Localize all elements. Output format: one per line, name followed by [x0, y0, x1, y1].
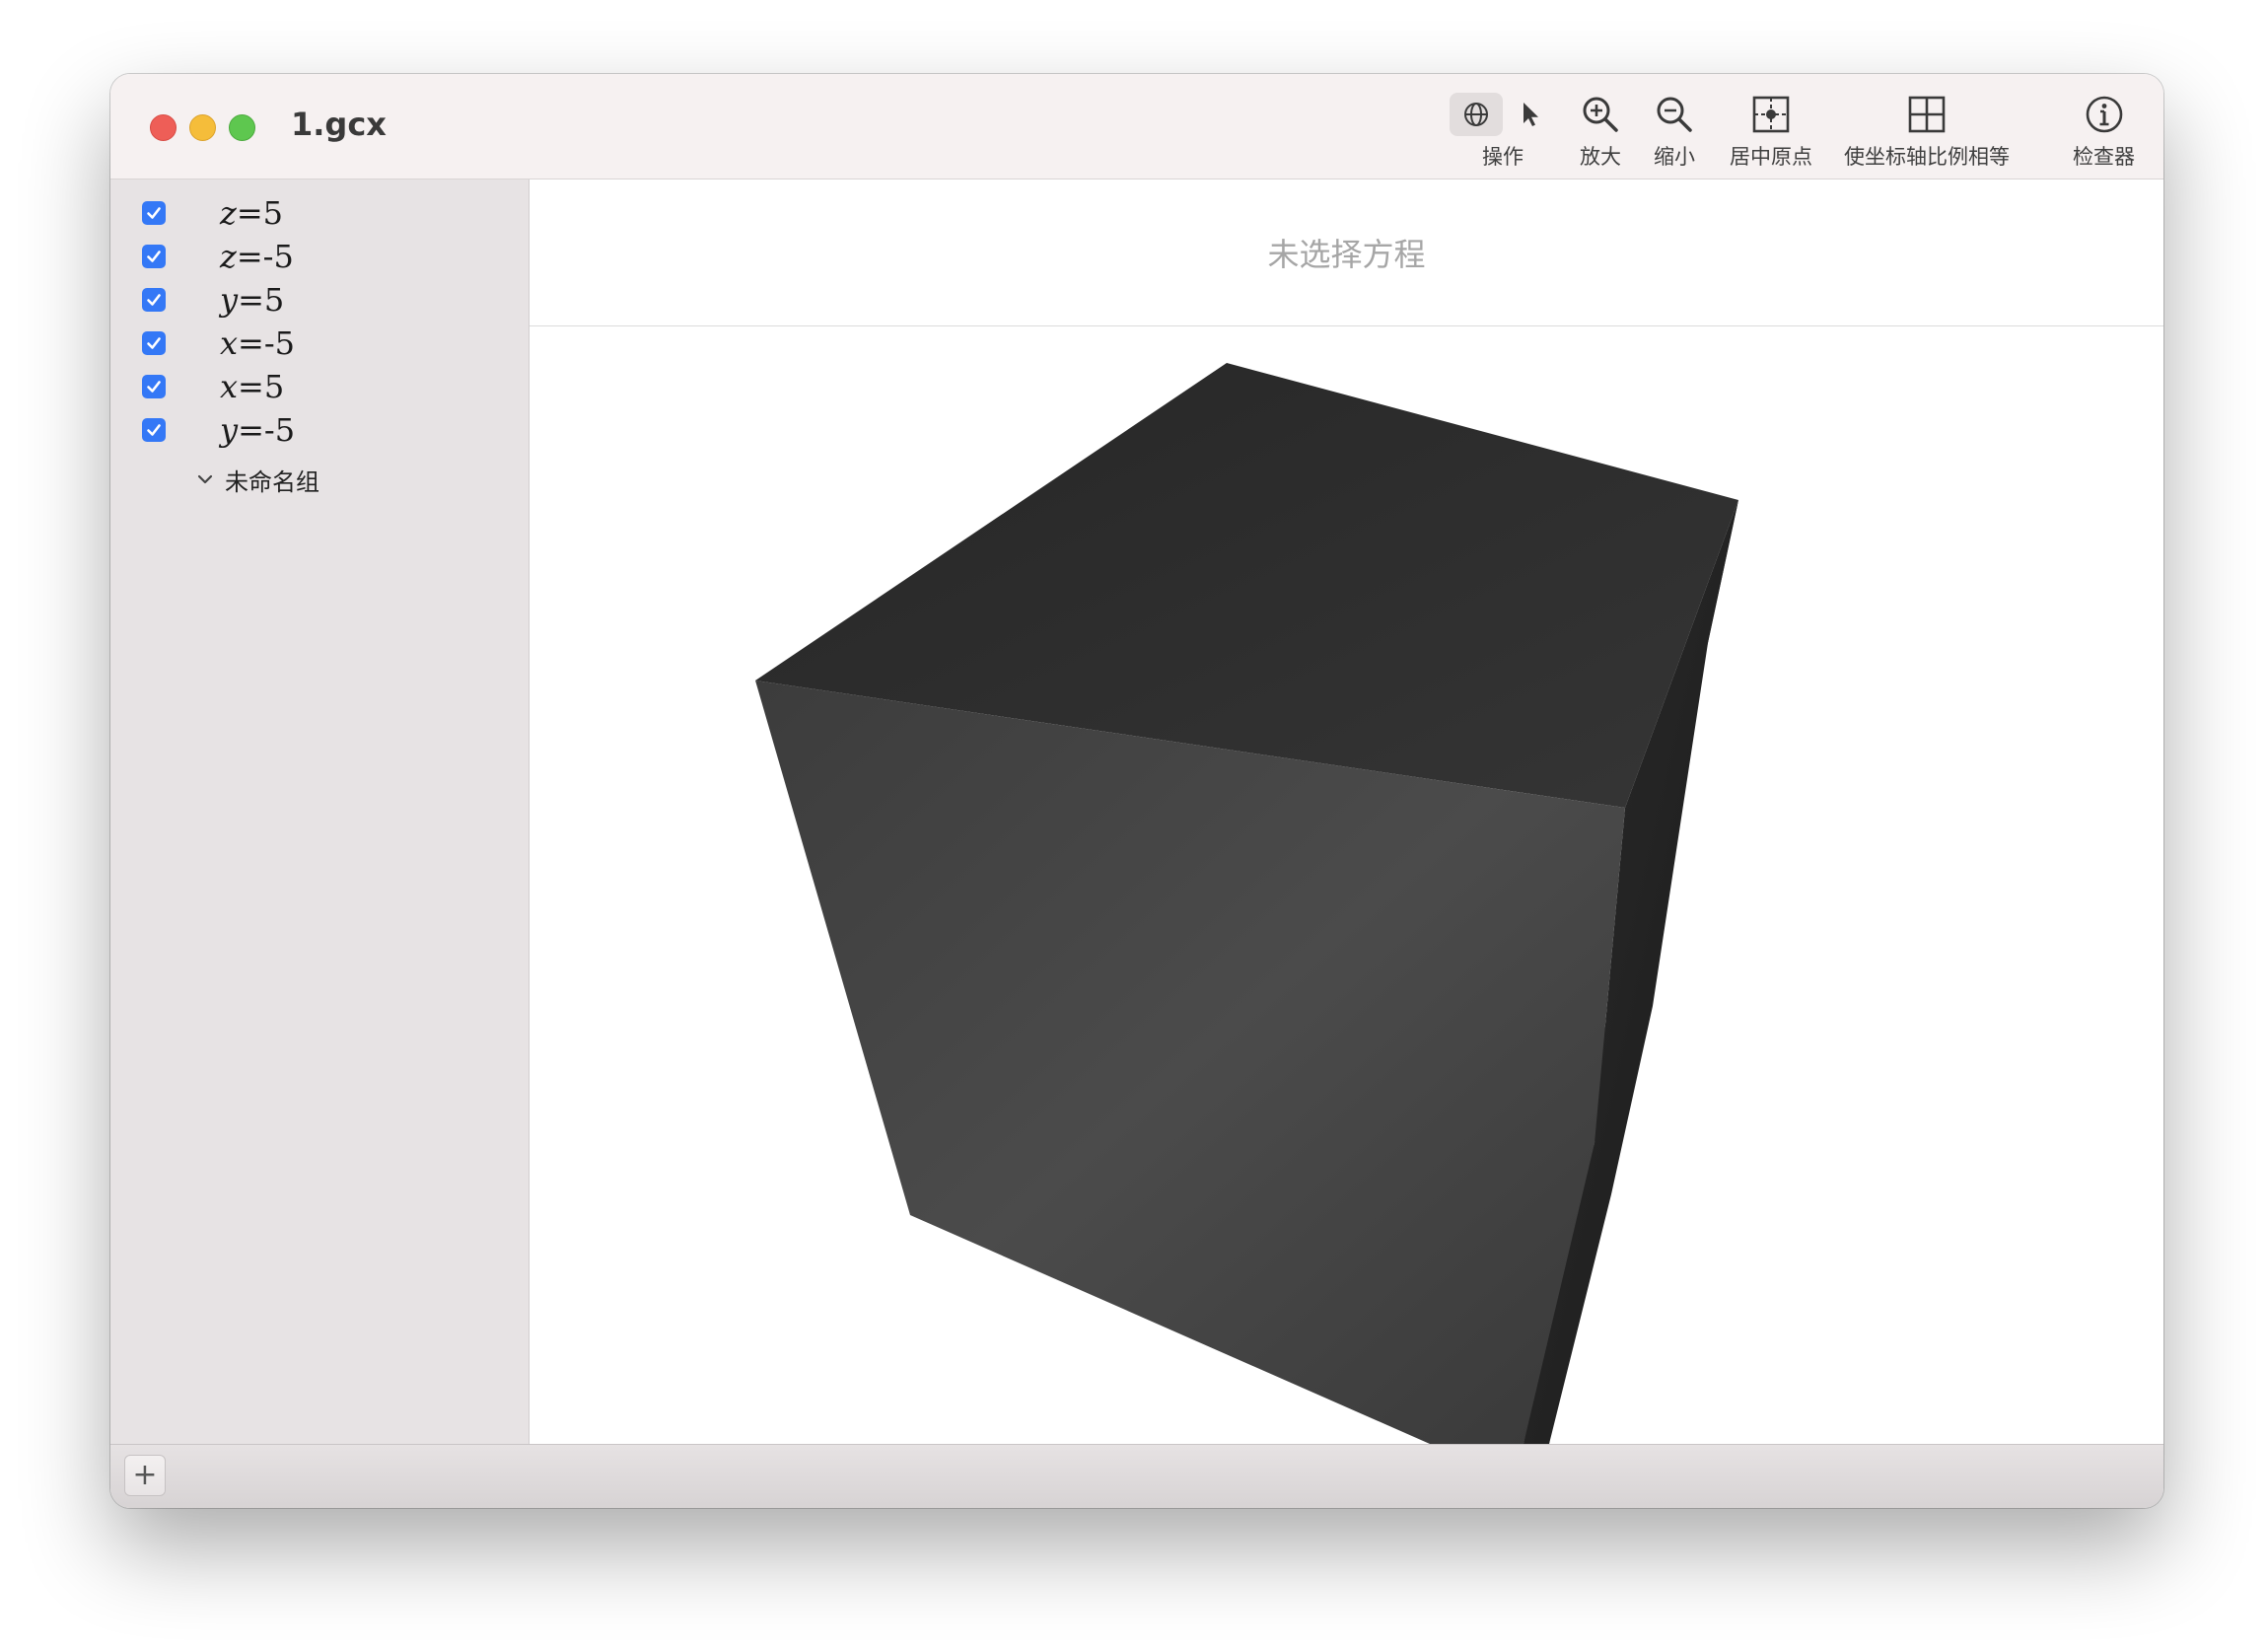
document-title: 1.gcx [291, 106, 387, 143]
equation-row[interactable]: y=5 [142, 280, 284, 320]
bottom-bar: + [110, 1444, 2163, 1508]
checkmark-icon [147, 337, 161, 349]
equation-row[interactable]: x=-5 [142, 323, 295, 363]
equation-label: z=5 [220, 194, 284, 232]
title-bar: 1.gcx 操作 放大 缩小 居中原点 使坐标轴比例相等 检查器 [110, 74, 2163, 179]
checkmark-icon [147, 207, 161, 219]
group-row[interactable]: 未命名组 [195, 463, 319, 496]
pointer-icon [1524, 103, 1538, 126]
equal-axes-button[interactable]: 使坐标轴比例相等 [1844, 90, 2010, 171]
equation-row[interactable]: z=-5 [142, 237, 294, 276]
cube-front-face [755, 681, 1625, 1444]
mode-label: 操作 [1482, 145, 1524, 169]
group-label: 未命名组 [225, 467, 319, 496]
app-window: 1.gcx 操作 放大 缩小 居中原点 使坐标轴比例相等 检查器 z=5 z=-… [110, 74, 2163, 1508]
checkmark-icon [147, 251, 161, 262]
equation-label: y=5 [220, 281, 285, 319]
zoom-in-icon [1583, 97, 1618, 132]
equation-checkbox[interactable] [142, 418, 166, 442]
equation-label: x=-5 [220, 324, 296, 362]
equation-label: x=5 [220, 368, 285, 405]
zoom-out-button[interactable]: 缩小 [1654, 90, 1695, 171]
cube-render [755, 363, 1738, 1444]
chevron-down-icon[interactable] [195, 469, 215, 489]
globe-icon [1464, 103, 1488, 126]
inspector-label: 检查器 [2073, 145, 2135, 169]
inspector-button[interactable]: 检查器 [2073, 90, 2135, 171]
equation-checkbox[interactable] [142, 375, 166, 398]
minimize-window-button[interactable] [189, 114, 216, 141]
zoom-in-button[interactable]: 放大 [1580, 90, 1621, 171]
equation-checkbox[interactable] [142, 288, 166, 312]
equation-editor[interactable]: 未选择方程 [530, 179, 2163, 326]
mode-control[interactable]: 操作 [1450, 90, 1556, 171]
zoom-out-icon [1657, 97, 1692, 132]
center-origin-label: 居中原点 [1730, 145, 1812, 169]
zoom-in-label: 放大 [1580, 145, 1621, 169]
equation-label: z=-5 [220, 238, 294, 275]
add-equation-button[interactable]: + [124, 1455, 166, 1496]
equation-row[interactable]: y=-5 [142, 410, 295, 450]
3d-graph-canvas[interactable] [530, 326, 2163, 1444]
center-origin-icon [1752, 96, 1790, 133]
equal-axes-label: 使坐标轴比例相等 [1844, 145, 2010, 169]
equation-checkbox[interactable] [142, 201, 166, 225]
rotate-mode-button[interactable] [1450, 93, 1503, 136]
equation-row[interactable]: z=5 [142, 193, 283, 233]
checkmark-icon [147, 294, 161, 306]
checkmark-icon [147, 381, 161, 393]
maximize-window-button[interactable] [229, 114, 255, 141]
info-icon [2086, 96, 2122, 133]
equation-row[interactable]: x=5 [142, 367, 284, 406]
checkmark-icon [147, 424, 161, 436]
center-origin-button[interactable]: 居中原点 [1730, 90, 1812, 171]
grid-icon [1908, 96, 1946, 133]
main-area: 未选择方程 [530, 179, 2163, 1444]
equation-placeholder: 未选择方程 [1267, 236, 1426, 273]
zoom-out-label: 缩小 [1654, 145, 1695, 169]
equation-checkbox[interactable] [142, 245, 166, 268]
equation-checkbox[interactable] [142, 331, 166, 355]
select-mode-button[interactable] [1503, 93, 1556, 136]
equation-label: y=-5 [220, 411, 296, 449]
equation-sidebar: z=5 z=-5 y=5 x=-5 x=5 y=-5 未命名组 [110, 179, 530, 1444]
close-window-button[interactable] [150, 114, 177, 141]
